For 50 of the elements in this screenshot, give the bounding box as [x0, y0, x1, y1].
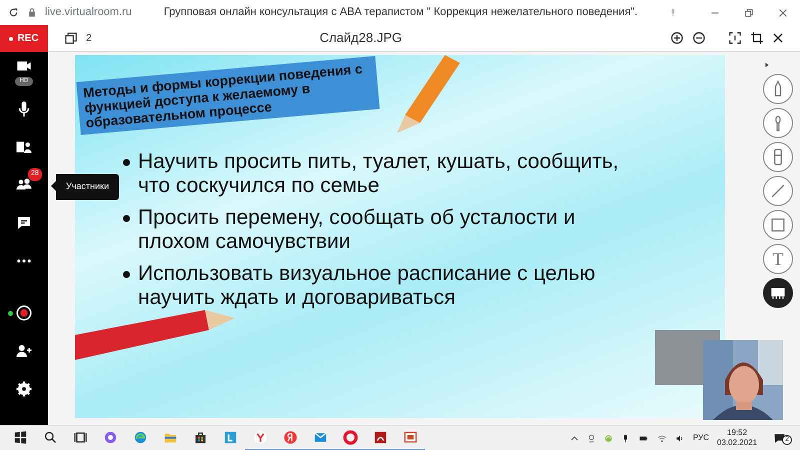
file-name: Слайд28.JPG	[320, 30, 402, 46]
close-icon[interactable]	[778, 8, 788, 18]
record-icon[interactable]	[15, 304, 33, 322]
text-tool[interactable]: T	[763, 244, 793, 274]
document-app-icon	[372, 430, 388, 444]
page-count: 2	[86, 32, 92, 46]
rec-button[interactable]: REC	[0, 25, 48, 52]
language-indicator[interactable]: РУС	[693, 432, 710, 444]
bullet-icon	[123, 215, 130, 222]
wifi-icon[interactable]	[657, 434, 668, 442]
webcam-icon[interactable]	[587, 434, 596, 442]
square-app-icon	[222, 430, 238, 444]
slide-title: Методы и формы коррекции поведения с функцией доступа к желаемому в образовательном процессе	[76, 56, 380, 135]
address-text[interactable]: live.virtualroom.ru	[45, 4, 132, 21]
ring-app-icon	[342, 430, 358, 444]
browser-icon	[252, 430, 268, 444]
add-user-icon[interactable]	[15, 342, 33, 360]
letter-app-icon	[282, 430, 298, 444]
task-view-icon	[72, 430, 88, 444]
close-icon[interactable]	[772, 32, 784, 44]
crop-icon[interactable]	[750, 31, 764, 45]
pages-icon[interactable]	[64, 31, 78, 45]
presentation-icon	[402, 430, 418, 444]
battery-icon[interactable]	[638, 434, 650, 442]
windows-icon	[12, 430, 28, 444]
lock-icon	[27, 7, 37, 18]
tooltip: Участники	[51, 174, 119, 200]
bullet-icon	[123, 159, 130, 166]
bullet-text: Просить перемену, сообщать об усталости и плохом самочувствии	[138, 206, 576, 254]
page-title: Групповая онлайн консультация с ABA терапистом " Коррекция нежелательного поведения".	[164, 5, 638, 20]
chevron-up-icon[interactable]	[570, 434, 580, 442]
zoom-out-icon[interactable]	[692, 31, 706, 45]
bullet-text: Научить просить пить, туалет, кушать, сообщить, что соскучился по семье	[138, 150, 620, 198]
shopping-bag-icon	[192, 430, 208, 444]
clock-date[interactable]: 03.02.2021	[717, 438, 758, 448]
bullet-icon	[123, 271, 130, 278]
mail-icon	[312, 430, 328, 444]
zoom-in-icon[interactable]	[670, 31, 684, 45]
reload-icon[interactable]	[8, 7, 19, 18]
restore-icon[interactable]	[744, 8, 754, 18]
chat-icon[interactable]	[15, 214, 33, 232]
circle-app-icon	[102, 430, 118, 444]
expand-arrow-icon[interactable]	[764, 62, 770, 68]
settings-icon[interactable]	[15, 380, 33, 398]
search-icon	[42, 430, 58, 444]
clock-time[interactable]: 19:52	[727, 428, 748, 438]
bullet-text: Использовать визуальное расписание с целью научить ждать и договариваться	[138, 262, 596, 310]
fit-icon[interactable]	[728, 31, 742, 45]
notifications-icon[interactable]	[773, 432, 786, 444]
swirl-app-icon	[132, 430, 148, 444]
